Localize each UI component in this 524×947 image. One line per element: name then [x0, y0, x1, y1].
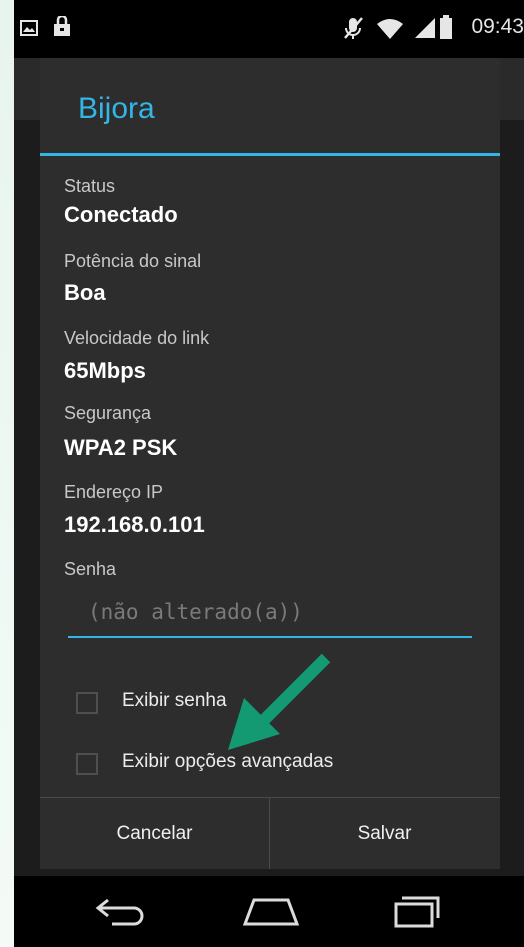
status-value: Conectado [64, 202, 178, 227]
show-password-label: Exibir senha [122, 690, 227, 711]
back-icon[interactable] [94, 894, 150, 933]
home-icon[interactable] [242, 894, 300, 933]
signal-strength-label: Potência do sinal [64, 251, 202, 271]
title-divider [40, 153, 500, 156]
status-time: 09:43 [471, 15, 524, 38]
recents-icon[interactable] [392, 894, 442, 933]
bag-icon [52, 14, 72, 43]
battery-icon [440, 15, 452, 44]
signal-strength-value: Boa [64, 280, 106, 305]
password-input[interactable] [68, 588, 472, 638]
status-label: Status [64, 176, 116, 196]
screenshot-icon [20, 20, 38, 41]
annotation-arrow [228, 653, 331, 750]
signal-icon [414, 17, 436, 44]
wifi-icon [376, 18, 404, 45]
save-button[interactable]: Salvar [270, 798, 499, 869]
navigation-bar [14, 876, 524, 947]
security-value: WPA2 PSK [64, 435, 178, 460]
dialog-title: Bijora [78, 92, 155, 125]
ip-address-label: Endereço IP [64, 482, 164, 502]
status-bar: 09:43 [14, 0, 524, 58]
cancel-button[interactable]: Cancelar [40, 798, 269, 869]
show-password-checkbox[interactable] [76, 692, 98, 714]
advanced-options-checkbox[interactable] [76, 753, 98, 775]
ip-address-value: 192.168.0.101 [64, 512, 205, 537]
mute-icon [342, 16, 364, 45]
security-label: Segurança [64, 403, 152, 423]
link-speed-label: Velocidade do link [64, 328, 210, 348]
phone-screen: 09:43 Bijora Status Conectado Potência d… [14, 0, 524, 947]
left-background-strip [0, 0, 14, 947]
password-label: Senha [64, 559, 117, 579]
link-speed-value: 65Mbps [64, 358, 146, 383]
